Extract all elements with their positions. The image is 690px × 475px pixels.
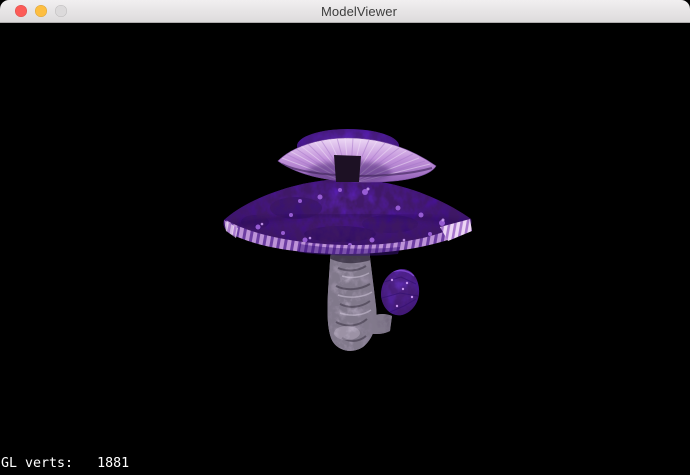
titlebar[interactable]: ModelViewer: [0, 0, 690, 23]
stem: [320, 243, 400, 358]
baby-mushroom: [378, 266, 423, 320]
minimize-button[interactable]: [35, 5, 47, 17]
close-button[interactable]: [15, 5, 27, 17]
mushroom-model: [0, 23, 690, 475]
gl-viewport[interactable]: GL verts: 1881 GL calls: 1 56.9 / 0.017 …: [0, 23, 690, 475]
top-cap: [278, 127, 436, 185]
window-title: ModelViewer: [321, 4, 397, 19]
window-controls: [15, 5, 67, 17]
main-cap: [218, 172, 478, 260]
stat-gl-verts: GL verts: 1881: [1, 456, 129, 471]
stats-overlay: GL verts: 1881 GL calls: 1 56.9 / 0.017 …: [1, 426, 129, 475]
modelviewer-window: ModelViewer: [0, 0, 690, 475]
zoom-button-disabled: [55, 5, 67, 17]
